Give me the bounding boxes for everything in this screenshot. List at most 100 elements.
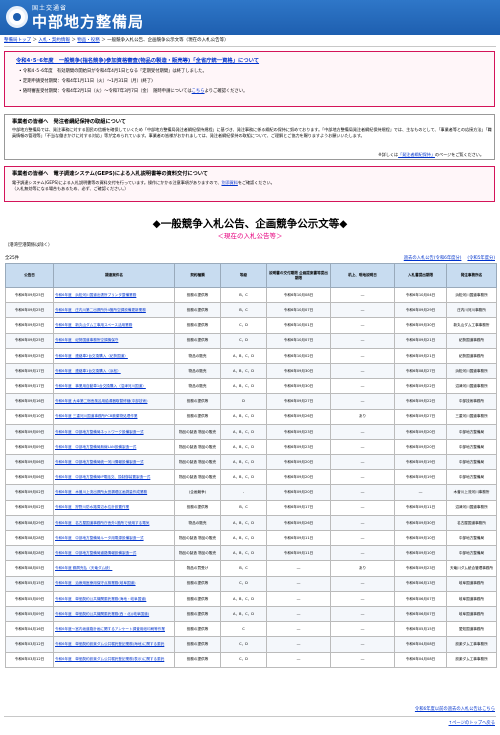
tender-link[interactable]: 令和6年度 治療用医療用保守点検業務(岐阜国道) [55,581,136,585]
list-item: 随時審査受付期間：令和4年2月1日（火）～令和7年3月7日（金） 随時申請につい… [19,87,248,97]
tender-link[interactable]: 令和6年度 浜松河川国道出張所プリンタ整備業務 [55,293,136,297]
cell-deadline: 令和6年09月27日 [394,408,447,425]
cell-office: 沼津河川国道事務所 [446,499,497,516]
tender-link[interactable]: 令和6年度 庄内川第二出張所外4箇所空調設備更新業務 [55,308,146,312]
cell-date: 令和6年09月25日 [5,286,54,304]
tender-link[interactable]: 令和6年度 三重河川国道事務所PCB廃棄物処理作業 [55,414,137,418]
cell-exp: 令和6年09月27日 [266,393,331,410]
cell-date: 令和6年09月16日 [5,393,54,410]
cell-date: 令和6年04月16日 [5,621,54,638]
cell-type: 役務の提供等 [174,499,221,516]
cell-desk: ― [330,362,395,380]
table-row: 令和6年04月16日 令和6年度～宮内坂道路計画に関するアンケート調査用紙印刷等作… [5,621,497,638]
cell-desk: ― [330,636,395,653]
breadcrumb-bidding[interactable]: 入札・契約情報 [38,38,70,43]
tender-link[interactable]: 令和6年度 中部地方整備局IP電話交、換制御装置製造一式 [55,475,150,479]
tender-link[interactable]: 令和6年度 単価契約公共機関委託業務(西・北)(岐阜国道) [55,612,149,616]
cell-name: 令和6年度 鋼屑売払（天竜ダム統） [53,560,175,577]
table-row: 令和6年09月02日 令和6年度 狩野川防水路周辺水位計設置作業 役務の提供等 B，C… [5,499,497,516]
cell-name: 令和6年度 連絡車2台交換購入（紀勢国道） [53,347,175,364]
page-subtitle: ＜現在の入札公告等＞ [217,232,283,240]
tender-link[interactable]: 令和6年度 鋼屑売払（天竜ダム統） [55,566,112,570]
column-header: 机上、現地説明日 [330,263,395,288]
cell-name: 令和6年度 中部地方整備局道路情報設備製造一式 [53,545,175,562]
cell-office: 設楽ダム工事事務所 [446,651,497,668]
table-row: 令和6年09月06日 令和6年度 中部地方整備局統一河川情報設備製造一式 物品の製造… [5,454,497,471]
cell-name: 令和6年度 中部地方整備局ネットワーク設備製造一式 [53,423,175,440]
cell-office: 中部地方整備局 [446,529,497,547]
random-application-link[interactable]: こちら [192,89,205,94]
cell-deadline: 令和6年09月19日 [394,469,447,486]
cell-grade: A，B，C，D [220,438,267,456]
cell-office: 愛知国道事務所 [446,621,497,638]
cell-type: 物品の製造 物品の販売 [174,423,221,440]
past-all-link[interactable]: 令和6年度以前の過去の入札公告はこちら [415,706,495,712]
tender-link[interactable]: 令和6年度 連絡車1台交換購入（浜松） [55,369,121,373]
breadcrumb-home[interactable]: 整備局トップ [4,38,31,43]
tender-link[interactable]: 令和6年度 狩野川防水路周辺水位計設置作業 [55,505,129,509]
cell-grade: A，B，C，D [220,408,267,425]
geps-notice: 事業者の皆様へ 電子調達システム(GEPS)による入札説明書等の資料交付について… [4,166,495,202]
cell-date: 令和6年09月17日 [5,362,54,380]
cell-date: 令和6年05月09日 [5,590,54,607]
cell-deadline: 令和6年06月13日 [394,575,447,592]
tender-link[interactable]: 令和6年度 中部地方整備局無線LAN設備製造一式 [55,445,136,449]
tender-link[interactable]: 令和6年度 単価契約設楽ダム公共嘱託登記業務(海地)に関する委託 [55,642,164,646]
tender-link[interactable]: 令和6年度 中部地方整備局ルータ用電源設備製造一式 [55,536,144,540]
cell-name: 令和6年度 新丸山ダム工事用スペース活用業務 [53,317,175,334]
cell-grade: A，B，C，D [220,545,267,562]
back-to-top-link[interactable]: ↑ページのトップへ戻る [449,720,495,726]
cell-name: 令和6年度 名古屋国道事務所庁舎外1箇所で使用する電気 [53,514,175,532]
cell-deadline: 令和6年09月23日 [394,560,447,577]
tender-link[interactable]: 令和6年度 事業用自動車1台交換購入（沼津河川国道） [55,384,146,388]
breadcrumb-goods[interactable]: 物品・役務 [77,38,100,43]
tender-link[interactable]: 令和6年度 大幸第二宿舎風呂用給湯器取替修繕(中部技術) [55,399,147,403]
tender-link[interactable]: 令和6年度 新丸山ダム工事用スペース活用業務 [55,323,132,327]
tender-link[interactable]: 令和6年度 中部地方整備局道路情報設備製造一式 [55,551,136,555]
tender-link[interactable]: 令和6年度 連絡車2台交換購入（紀勢国道） [55,354,128,358]
tender-link[interactable]: 令和6年度 単価契約公共機関委託業務(海地・岐阜国道) [55,597,146,601]
list-item: 定期申請受付期間：令和4年1月11日（火）～1月31日（月）(終了) [19,77,247,87]
table-row: 令和6年08月28日 令和6年度 中部地方整備局ルータ用電源設備製造一式 物品の製造… [5,529,497,547]
ethics-notice-heading: 事業者の皆様へ 発注者綱紀保持の取組について [12,119,126,125]
table-row: 令和6年09月16日 令和6年度 大幸第二宿舎風呂用給湯器取替修繕(中部技術) 役務… [5,393,497,410]
past-r6-link[interactable]: 過去の入札公告(令和6年度分) [404,256,462,261]
cell-type: 役務の提供等 [174,317,221,334]
cell-deadline: 令和6年05月15日 [394,621,447,638]
cell-date: 令和6年09月17日 [5,378,54,395]
tender-link[interactable]: 令和6年度 紀勢国道事務所空調機保守 [55,338,118,342]
cell-name: 令和6年度 単価契約設楽ダム公共嘱託登記業務(海地)に関する委託 [53,636,175,653]
tender-link[interactable]: 令和6年度 木曽川上流出張所太田漏堤区画測量作成業務 [55,490,147,494]
cell-office: 庄内川河川事務所 [446,302,497,319]
cell-deadline: 令和6年09月10日 [394,529,447,547]
geps-attachment-link[interactable]: 別添資料 [222,180,238,185]
past-r5-link[interactable]: (令和5年度分) [467,256,495,261]
cell-type: 役務の提供等 [174,621,221,638]
tender-link[interactable]: 令和6年度 名古屋国道事務所庁舎外1箇所で使用する電気 [55,521,149,525]
tender-link[interactable]: 令和6年度 中部地方整備局ネットワーク設備製造一式 [55,430,144,434]
cell-grade: B，C [220,286,267,304]
cell-date: 令和6年09月25日 [5,302,54,319]
cell-grade: C [220,621,267,638]
cell-type: 物品の製造 物品の販売 [174,454,221,471]
cell-date: 令和6年09月25日 [5,332,54,349]
cell-deadline: 令和6年06月07日 [394,605,447,623]
bureau-name[interactable]: 中部地方整備局 [32,11,144,32]
qualification-notice-title[interactable]: 令和4･5･6年度 一般競争(指名競争)参加資格審査(物品の製造・販売等)「全省… [16,56,259,64]
ethics-link[interactable]: 「発注者綱紀保持」 [398,152,435,157]
tender-table: 公告日 調達案件名 契約種類 等級 説明書の交付期限 企画提案書等提出期限 机上、現地説明… [5,263,497,668]
cell-date: 令和6年09月25日 [5,317,54,334]
cell-exp: 令和6年09月20日 [266,454,331,471]
cell-date: 令和6年05月15日 [5,575,54,592]
tender-link[interactable]: 令和6年度 単価契約設楽ダム公共嘱託登記業務(表示)に関する委託 [55,657,164,661]
breadcrumb-current: 一般競争入札公告、企画競争公示文等（現在の入札公告等） [107,38,229,43]
tender-link[interactable]: 令和6年度 中部地方整備局統一河川情報設備製造一式 [55,460,144,464]
exclusion-note: （港湾空港関係は除く） [5,243,53,248]
cell-grade: C，D [220,575,267,592]
cell-grade: A，B，C，D [220,454,267,471]
cell-desk: ― [330,484,395,501]
cell-date: 令和6年08月28日 [5,545,54,562]
cell-desk: ― [330,332,395,349]
tender-link[interactable]: 令和6年度～宮内坂道路計画に関するアンケート調査用紙印刷等作業 [55,627,165,631]
result-count: 全25件 [5,256,20,261]
